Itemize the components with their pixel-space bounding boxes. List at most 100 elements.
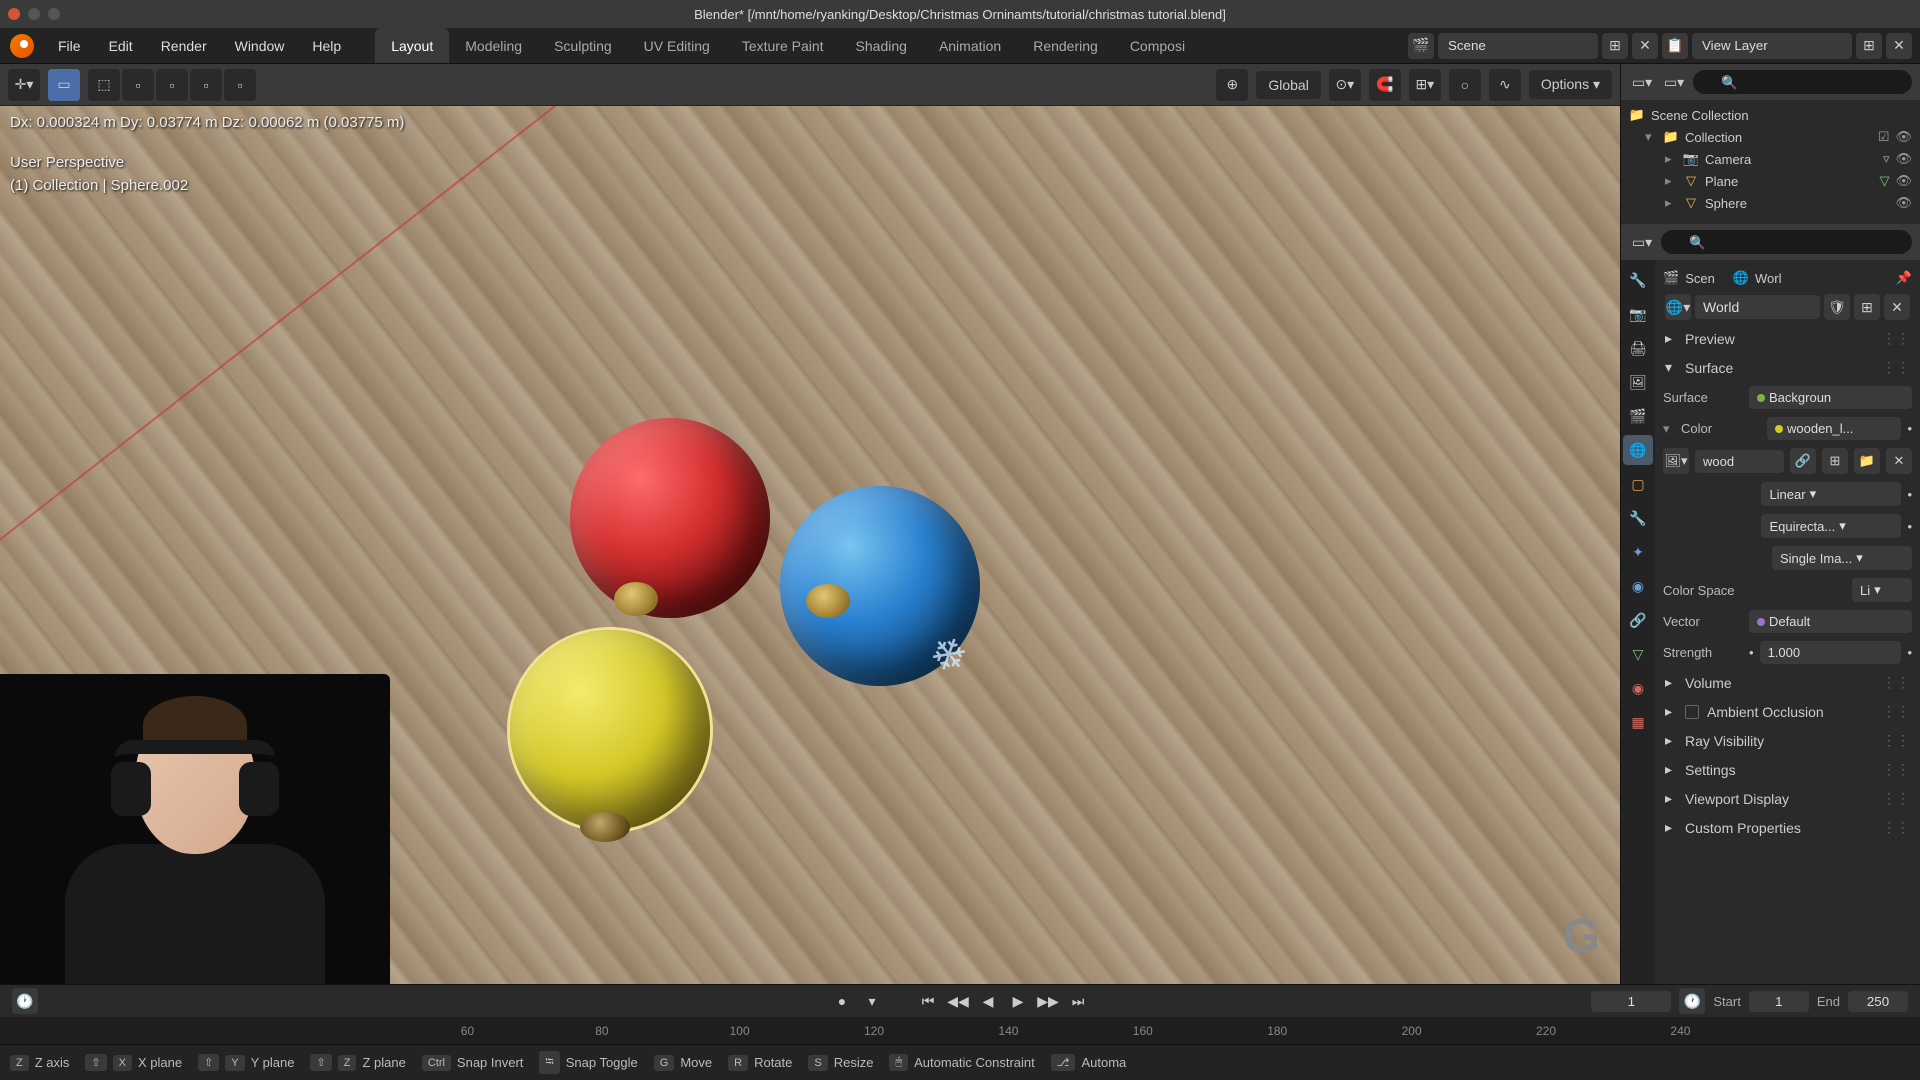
strength-value[interactable]: 1.000: [1760, 641, 1902, 664]
tree-camera[interactable]: ▸ 📷 Camera ▿👁: [1625, 148, 1916, 170]
ptab-world[interactable]: 🌐: [1623, 435, 1653, 465]
menu-dots-icon[interactable]: ⋮⋮: [1882, 359, 1910, 376]
tab-modeling[interactable]: Modeling: [449, 28, 538, 63]
props-search-input[interactable]: [1661, 230, 1912, 254]
tab-layout[interactable]: Layout: [375, 28, 449, 63]
menu-help[interactable]: Help: [298, 30, 355, 62]
window-minimize-button[interactable]: [28, 8, 40, 20]
tab-shading[interactable]: Shading: [840, 28, 923, 63]
viewport-display-section[interactable]: ▸Viewport Display⋮⋮: [1661, 784, 1914, 813]
scene-name-input[interactable]: [1438, 33, 1598, 59]
image-name-input[interactable]: wood: [1695, 450, 1784, 473]
socket-dot[interactable]: •: [1907, 421, 1912, 436]
snap-dropdown[interactable]: ⊞▾: [1409, 69, 1441, 101]
jump-start-button[interactable]: ⏮: [916, 991, 940, 1011]
ptab-object[interactable]: ▢: [1623, 469, 1653, 499]
world-new-button[interactable]: ⊞: [1854, 294, 1880, 320]
snap-toggle[interactable]: 🧲: [1369, 69, 1401, 101]
world-unlink-button[interactable]: ✕: [1884, 294, 1910, 320]
current-frame-input[interactable]: [1591, 991, 1671, 1012]
menu-window[interactable]: Window: [221, 30, 299, 62]
chevron-right-icon[interactable]: ▸: [1665, 151, 1677, 167]
chevron-right-icon[interactable]: ▸: [1665, 173, 1677, 189]
color-value[interactable]: wooden_l...: [1767, 417, 1901, 440]
image-unlink[interactable]: 🔗: [1790, 448, 1816, 474]
tab-rendering[interactable]: Rendering: [1017, 28, 1114, 63]
orientation-dropdown[interactable]: Global: [1256, 71, 1320, 99]
select-mode-1[interactable]: ▫: [122, 69, 154, 101]
interpolation-dropdown[interactable]: Linear ▾: [1761, 482, 1901, 506]
ptab-scene[interactable]: 🎬: [1623, 401, 1653, 431]
select-box-icon[interactable]: ⬚: [88, 69, 120, 101]
ptab-data[interactable]: ▽: [1623, 639, 1653, 669]
image-browse-dropdown[interactable]: 🖼▾: [1663, 448, 1689, 474]
checkbox-icon[interactable]: ☑: [1878, 129, 1890, 145]
outliner-display-dropdown[interactable]: ▭▾: [1661, 69, 1687, 95]
outliner-mode-dropdown[interactable]: ▭▾: [1629, 69, 1655, 95]
chevron-down-icon[interactable]: ▾: [1645, 129, 1657, 145]
proportional-edit[interactable]: ○: [1449, 69, 1481, 101]
3d-viewport[interactable]: ❄ Dx: 0.000324 m Dy: 0.03774 m Dz: 0.000…: [0, 106, 1620, 984]
props-mode-dropdown[interactable]: ▭▾: [1629, 229, 1655, 255]
play-reverse-button[interactable]: ◀: [976, 991, 1000, 1011]
color-space-dropdown[interactable]: Li ▾: [1852, 578, 1912, 602]
orientation-icon[interactable]: ⊕: [1216, 69, 1248, 101]
yellow-ornament-selected[interactable]: [510, 630, 710, 830]
eye-icon[interactable]: 👁: [1895, 151, 1912, 167]
ptab-modifiers[interactable]: 🔧: [1623, 503, 1653, 533]
timeline-ruler[interactable]: 60 80 100 120 140 160 180 200 220 240: [0, 1017, 1920, 1044]
world-browse-dropdown[interactable]: 🌐▾: [1665, 294, 1691, 320]
pin-icon[interactable]: 📌: [1896, 270, 1912, 286]
ptab-material[interactable]: ◉: [1623, 673, 1653, 703]
scene-new-button[interactable]: ⊞: [1602, 33, 1628, 59]
ao-section[interactable]: ▸Ambient Occlusion⋮⋮: [1661, 697, 1914, 726]
select-tool[interactable]: ▭: [48, 69, 80, 101]
single-image-dropdown[interactable]: Single Ima... ▾: [1772, 546, 1912, 570]
keyframe-prev-button[interactable]: ◀◀: [946, 991, 970, 1011]
window-maximize-button[interactable]: [48, 8, 60, 20]
outliner-search-input[interactable]: [1693, 70, 1912, 94]
viewlayer-name-input[interactable]: [1692, 33, 1852, 59]
keyframe-next-button[interactable]: ▶▶: [1036, 991, 1060, 1011]
viewlayer-new-button[interactable]: ⊞: [1856, 33, 1882, 59]
ptab-tool[interactable]: 🔧: [1623, 265, 1653, 295]
menu-edit[interactable]: Edit: [95, 30, 147, 62]
image-new[interactable]: ⊞: [1822, 448, 1848, 474]
viewlayer-delete-button[interactable]: ✕: [1886, 33, 1912, 59]
select-mode-4[interactable]: ▫: [224, 69, 256, 101]
tab-uv-editing[interactable]: UV Editing: [628, 28, 726, 63]
image-open[interactable]: 📁: [1854, 448, 1880, 474]
red-ornament[interactable]: [570, 418, 770, 618]
options-dropdown[interactable]: Options ▾: [1529, 70, 1612, 99]
ptab-output[interactable]: 🖨: [1623, 333, 1653, 363]
ptab-particles[interactable]: ✦: [1623, 537, 1653, 567]
tab-animation[interactable]: Animation: [923, 28, 1017, 63]
start-frame-input[interactable]: [1749, 991, 1809, 1012]
menu-render[interactable]: Render: [147, 30, 221, 62]
tree-plane[interactable]: ▸ ▽ Plane ▽👁: [1625, 170, 1916, 192]
breadcrumb-world[interactable]: Worl: [1755, 271, 1781, 286]
auto-key-toggle[interactable]: ●: [830, 991, 854, 1011]
select-mode-3[interactable]: ▫: [190, 69, 222, 101]
settings-section[interactable]: ▸Settings⋮⋮: [1661, 755, 1914, 784]
tab-compositing[interactable]: Composi: [1114, 28, 1201, 63]
blender-logo-icon[interactable]: [10, 34, 34, 58]
preview-section[interactable]: ▸ Preview ⋮⋮: [1661, 324, 1914, 353]
volume-section[interactable]: ▸Volume⋮⋮: [1661, 668, 1914, 697]
viewlayer-browse-icon[interactable]: 📋: [1662, 33, 1688, 59]
tab-texture-paint[interactable]: Texture Paint: [726, 28, 840, 63]
vector-value[interactable]: Default: [1749, 610, 1912, 633]
mode-dropdown[interactable]: ✛▾: [8, 69, 40, 101]
end-frame-input[interactable]: [1848, 991, 1908, 1012]
tree-sphere[interactable]: ▸ ▽ Sphere 👁: [1625, 192, 1916, 214]
ptab-texture[interactable]: ▦: [1623, 707, 1653, 737]
eye-icon[interactable]: 👁: [1895, 129, 1912, 145]
image-remove[interactable]: ✕: [1886, 448, 1912, 474]
preview-range-toggle[interactable]: 🕐: [1679, 988, 1705, 1014]
ray-visibility-section[interactable]: ▸Ray Visibility⋮⋮: [1661, 726, 1914, 755]
surface-section[interactable]: ▾ Surface ⋮⋮: [1661, 353, 1914, 382]
tab-sculpting[interactable]: Sculpting: [538, 28, 628, 63]
socket-dot[interactable]: •: [1749, 645, 1754, 660]
breadcrumb-scene[interactable]: Scen: [1685, 271, 1715, 286]
jump-end-button[interactable]: ⏭: [1066, 991, 1090, 1011]
